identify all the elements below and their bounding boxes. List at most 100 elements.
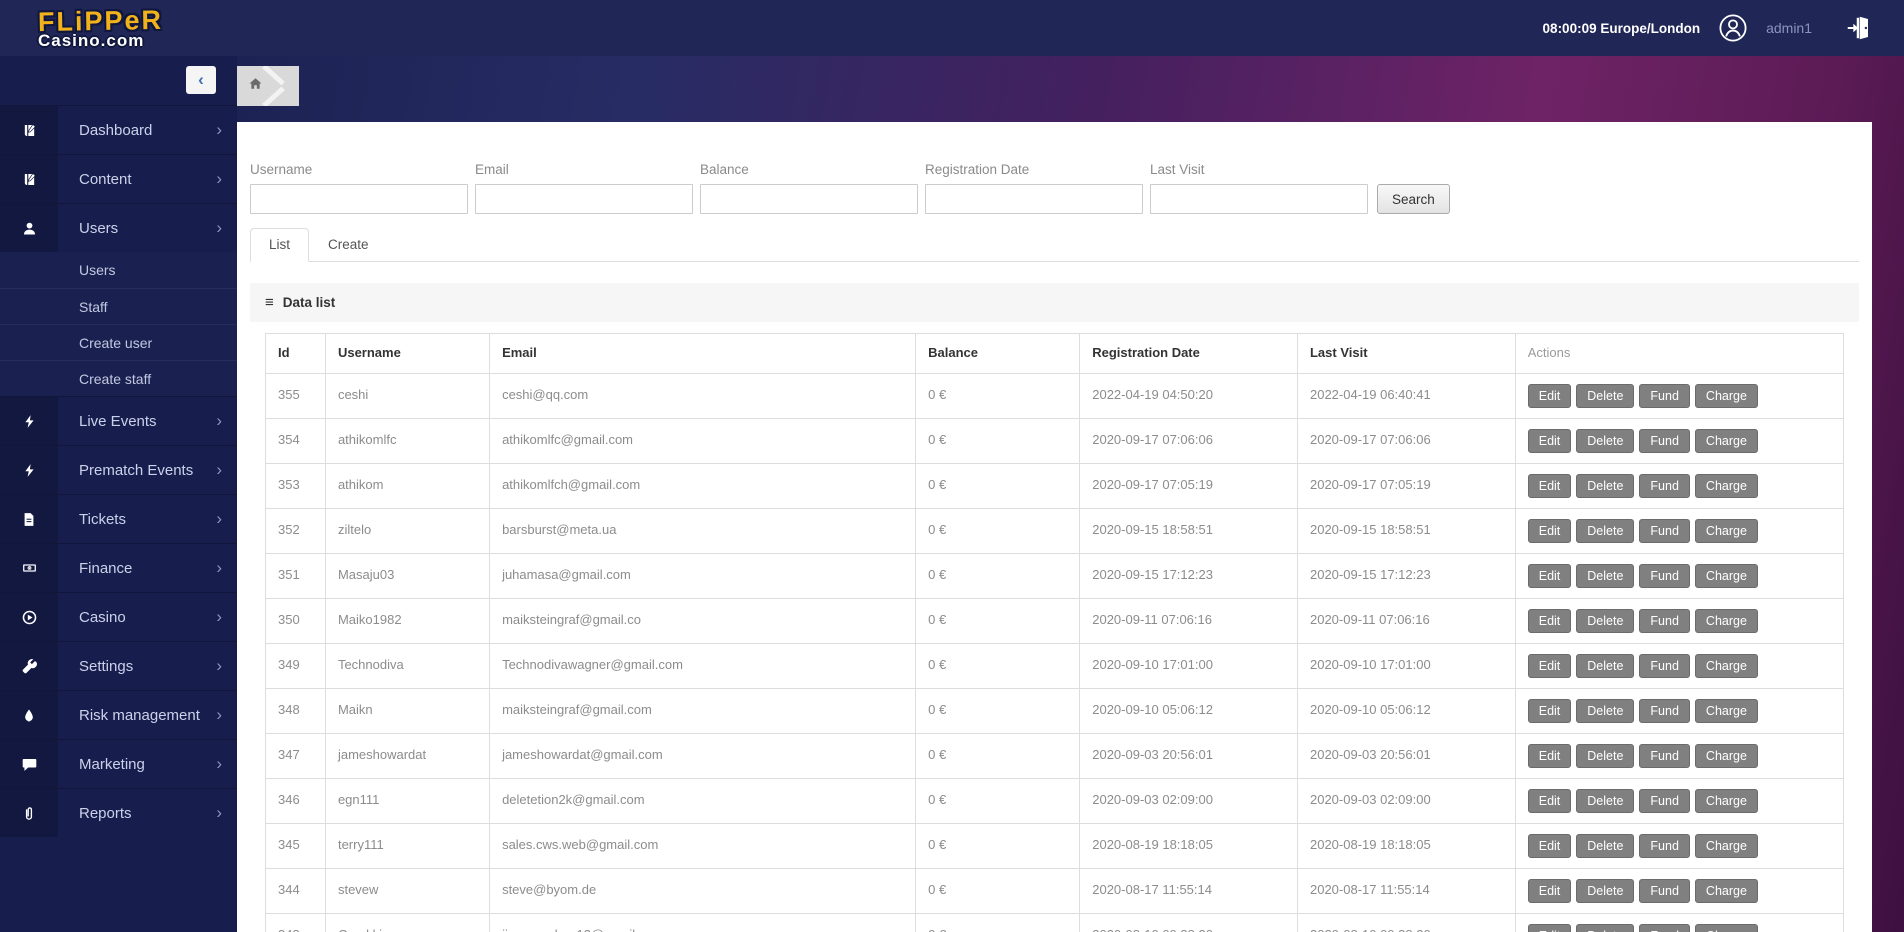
delete-button[interactable]: Delete <box>1576 788 1635 813</box>
sidebar-collapse-button[interactable]: ‹ <box>186 66 216 94</box>
sidebar-subitem-create-user[interactable]: Create user <box>0 324 237 360</box>
chat-icon <box>0 740 58 788</box>
table-row: 343Crookkingjimmyreuben13@gmail.com0 €20… <box>265 912 1845 932</box>
delete-button[interactable]: Delete <box>1576 653 1635 678</box>
sidebar-item-casino[interactable]: Casino › <box>0 592 237 641</box>
fund-button[interactable]: Fund <box>1639 923 1690 932</box>
delete-button[interactable]: Delete <box>1576 923 1635 932</box>
username-input[interactable] <box>250 184 468 214</box>
sidebar-subitem-create-staff[interactable]: Create staff <box>0 360 237 396</box>
last-visit-input[interactable] <box>1150 184 1368 214</box>
id-cell: 348 <box>265 687 326 734</box>
search-button[interactable]: Search <box>1377 184 1450 214</box>
sidebar-item-tickets[interactable]: Tickets › <box>0 494 237 543</box>
search-field-last-visit: Last Visit <box>1150 162 1368 214</box>
charge-button[interactable]: Charge <box>1694 833 1758 858</box>
sidebar-item-live-events[interactable]: Live Events › <box>0 396 237 445</box>
edit-button[interactable]: Edit <box>1527 428 1572 453</box>
tab-create[interactable]: Create <box>309 228 388 261</box>
charge-button[interactable]: Charge <box>1694 743 1758 768</box>
charge-button[interactable]: Charge <box>1694 518 1758 543</box>
charge-button[interactable]: Charge <box>1694 923 1758 932</box>
edit-button[interactable]: Edit <box>1527 743 1572 768</box>
sidebar-item-prematch-events[interactable]: Prematch Events › <box>0 445 237 494</box>
logout-door-icon[interactable] <box>1842 11 1876 45</box>
play-icon <box>0 593 58 641</box>
email-cell: athikomlfch@gmail.com <box>489 462 917 509</box>
charge-button[interactable]: Charge <box>1694 473 1758 498</box>
edit-button[interactable]: Edit <box>1527 878 1572 903</box>
id-cell: 346 <box>265 777 326 824</box>
delete-button[interactable]: Delete <box>1576 698 1635 723</box>
edit-button[interactable]: Edit <box>1527 383 1572 408</box>
sidebar-item-settings[interactable]: Settings › <box>0 641 237 690</box>
datalist-title: Data list <box>282 295 336 310</box>
charge-button[interactable]: Charge <box>1694 653 1758 678</box>
datalist-panel: ≡ Data list Id Username Email Balance Regist… <box>250 283 1859 932</box>
fund-button[interactable]: Fund <box>1639 698 1690 723</box>
charge-button[interactable]: Charge <box>1694 563 1758 588</box>
edit-button[interactable]: Edit <box>1527 653 1572 678</box>
edit-button[interactable]: Edit <box>1527 518 1572 543</box>
sidebar-item-dashboard[interactable]: Dashboard › <box>0 105 237 154</box>
delete-button[interactable]: Delete <box>1576 878 1635 903</box>
sidebar-subitem-staff[interactable]: Staff <box>0 288 237 324</box>
delete-button[interactable]: Delete <box>1576 833 1635 858</box>
fund-button[interactable]: Fund <box>1639 788 1690 813</box>
edit-button[interactable]: Edit <box>1527 563 1572 588</box>
chevron-right-icon: › <box>216 218 222 237</box>
fund-button[interactable]: Fund <box>1639 563 1690 588</box>
breadcrumb[interactable] <box>237 66 299 106</box>
fund-button[interactable]: Fund <box>1639 518 1690 543</box>
fund-button[interactable]: Fund <box>1639 608 1690 633</box>
book-icon <box>0 106 58 154</box>
edit-button[interactable]: Edit <box>1527 833 1572 858</box>
actions-cell: EditDeleteFundCharge <box>1514 597 1845 644</box>
username-label[interactable]: admin1 <box>1766 20 1812 36</box>
edit-button[interactable]: Edit <box>1527 698 1572 723</box>
id-cell: 350 <box>265 597 326 644</box>
sidebar-item-users[interactable]: Users › <box>0 203 237 252</box>
fund-button[interactable]: Fund <box>1639 428 1690 453</box>
charge-button[interactable]: Charge <box>1694 383 1758 408</box>
edit-button[interactable]: Edit <box>1527 608 1572 633</box>
tab-list[interactable]: List <box>250 228 310 262</box>
column-header-username: Username <box>324 333 491 374</box>
delete-button[interactable]: Delete <box>1576 608 1635 633</box>
edit-button[interactable]: Edit <box>1527 788 1572 813</box>
edit-button[interactable]: Edit <box>1527 473 1572 498</box>
charge-button[interactable]: Charge <box>1694 608 1758 633</box>
charge-button[interactable]: Charge <box>1694 698 1758 723</box>
sidebar-item-content[interactable]: Content › <box>0 154 237 203</box>
logo[interactable]: FLiPPeR Casino.com <box>0 4 164 48</box>
balance-input[interactable] <box>700 184 918 214</box>
sidebar-item-finance[interactable]: 0 Finance › <box>0 543 237 592</box>
delete-button[interactable]: Delete <box>1576 563 1635 588</box>
sidebar-item-risk-management[interactable]: Risk management › <box>0 690 237 739</box>
search-field-label: Last Visit <box>1150 162 1205 177</box>
id-cell: 355 <box>265 372 326 419</box>
delete-button[interactable]: Delete <box>1576 743 1635 768</box>
fund-button[interactable]: Fund <box>1639 383 1690 408</box>
delete-button[interactable]: Delete <box>1576 383 1635 408</box>
fund-button[interactable]: Fund <box>1639 833 1690 858</box>
fund-button[interactable]: Fund <box>1639 473 1690 498</box>
fund-button[interactable]: Fund <box>1639 878 1690 903</box>
charge-button[interactable]: Charge <box>1694 788 1758 813</box>
delete-button[interactable]: Delete <box>1576 428 1635 453</box>
email-input[interactable] <box>475 184 693 214</box>
delete-button[interactable]: Delete <box>1576 518 1635 543</box>
charge-button[interactable]: Charge <box>1694 878 1758 903</box>
charge-button[interactable]: Charge <box>1694 428 1758 453</box>
registration-date-cell: 2020-09-15 18:58:51 <box>1079 507 1298 554</box>
sidebar-item-reports[interactable]: Reports › <box>0 788 237 837</box>
chevron-right-icon: › <box>216 803 222 822</box>
delete-button[interactable]: Delete <box>1576 473 1635 498</box>
fund-button[interactable]: Fund <box>1639 743 1690 768</box>
edit-button[interactable]: Edit <box>1527 923 1572 932</box>
sidebar-subitem-users[interactable]: Users <box>0 252 237 288</box>
registration-date-input[interactable] <box>925 184 1143 214</box>
sidebar-item-marketing[interactable]: Marketing › <box>0 739 237 788</box>
last-visit-cell: 2020-09-15 18:58:51 <box>1296 507 1516 554</box>
fund-button[interactable]: Fund <box>1639 653 1690 678</box>
